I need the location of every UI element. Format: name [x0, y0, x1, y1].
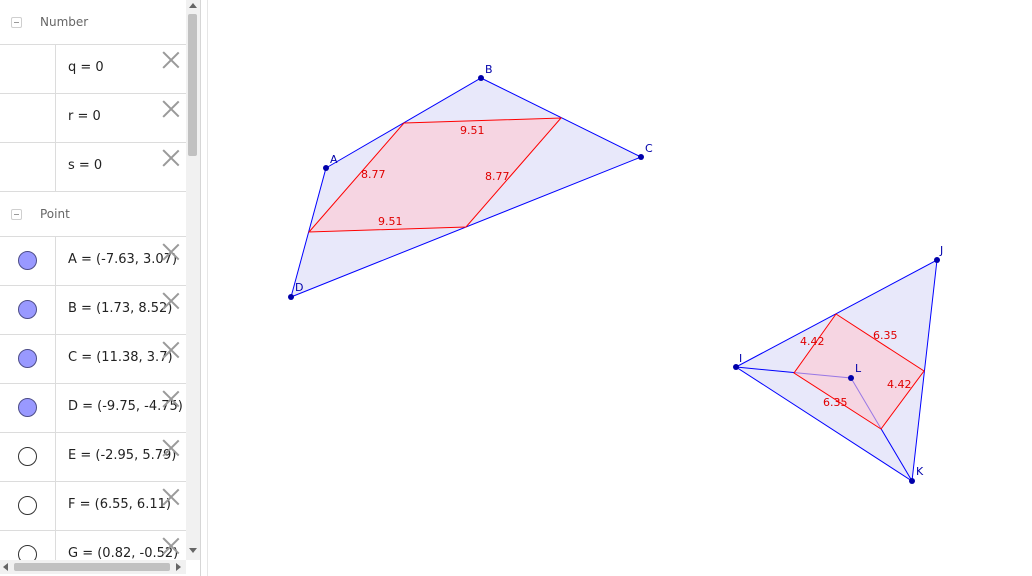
delete-icon[interactable]: [162, 243, 180, 261]
point-b[interactable]: [478, 75, 484, 81]
algebra-expression[interactable]: s = 0: [68, 158, 102, 173]
visibility-marble-icon[interactable]: [18, 398, 37, 417]
segment-length-label: 9.51: [378, 215, 403, 228]
graphics-canvas[interactable]: A B C D I J K L 9.51 8.77 8.77 9.51 4.42…: [208, 0, 1032, 576]
delete-icon[interactable]: [162, 439, 180, 457]
algebra-expression[interactable]: B = (1.73, 8.52): [68, 301, 172, 316]
segment-length-label: 4.42: [887, 378, 912, 391]
marble-cell: [0, 531, 56, 560]
segment-length-label: 8.77: [361, 168, 386, 181]
marble-cell: [0, 286, 56, 334]
point-label-c: C: [645, 142, 653, 155]
scroll-down-icon[interactable]: [189, 548, 197, 553]
view-divider[interactable]: [200, 0, 208, 576]
collapse-toggle-icon[interactable]: [11, 17, 22, 28]
scroll-right-icon[interactable]: [176, 563, 181, 571]
algebra-row[interactable]: D = (-9.75, -4.75): [0, 384, 186, 433]
algebra-view: Number q = 0 r = 0 s = 0 Point A = (-7.6…: [0, 0, 186, 560]
algebra-expression[interactable]: C = (11.38, 3.7): [68, 350, 173, 365]
algebra-expression[interactable]: A = (-7.63, 3.07): [68, 252, 177, 267]
group-title: Number: [40, 15, 89, 29]
marble-cell: [0, 143, 56, 191]
algebra-expression[interactable]: r = 0: [68, 109, 101, 124]
point-l[interactable]: [848, 375, 854, 381]
visibility-marble-icon[interactable]: [18, 300, 37, 319]
algebra-row[interactable]: F = (6.55, 6.11): [0, 482, 186, 531]
visibility-marble-icon[interactable]: [18, 496, 37, 515]
scroll-left-icon[interactable]: [3, 563, 8, 571]
visibility-marble-icon[interactable]: [18, 251, 37, 270]
algebra-row[interactable]: B = (1.73, 8.52): [0, 286, 186, 335]
scroll-thumb[interactable]: [14, 563, 170, 571]
algebra-row[interactable]: E = (-2.95, 5.79): [0, 433, 186, 482]
algebra-expression[interactable]: q = 0: [68, 60, 104, 75]
algebra-row[interactable]: A = (-7.63, 3.07): [0, 237, 186, 286]
point-label-k: K: [916, 465, 924, 478]
scroll-up-icon[interactable]: [189, 3, 197, 8]
marble-cell: [0, 482, 56, 530]
point-k[interactable]: [909, 478, 915, 484]
group-title: Point: [40, 207, 70, 221]
horizontal-scrollbar[interactable]: [0, 560, 186, 574]
point-label-j: J: [939, 244, 943, 257]
scroll-thumb[interactable]: [188, 14, 197, 156]
point-a[interactable]: [323, 165, 329, 171]
segment-length-label: 6.35: [873, 329, 898, 342]
segment-length-label: 4.42: [800, 335, 825, 348]
algebra-expression[interactable]: E = (-2.95, 5.79): [68, 448, 176, 463]
algebra-expression[interactable]: F = (6.55, 6.11): [68, 497, 171, 512]
delete-icon[interactable]: [162, 537, 180, 555]
delete-icon[interactable]: [162, 341, 180, 359]
algebra-row[interactable]: s = 0: [0, 143, 186, 192]
visibility-marble-icon[interactable]: [18, 545, 37, 560]
visibility-marble-icon[interactable]: [18, 349, 37, 368]
delete-icon[interactable]: [162, 100, 180, 118]
point-j[interactable]: [934, 257, 940, 263]
delete-icon[interactable]: [162, 292, 180, 310]
segment-length-label: 8.77: [485, 170, 510, 183]
marble-cell: [0, 94, 56, 142]
marble-cell: [0, 433, 56, 481]
visibility-marble-icon[interactable]: [18, 447, 37, 466]
marble-cell: [0, 237, 56, 285]
graphics-view[interactable]: A B C D I J K L 9.51 8.77 8.77 9.51 4.42…: [208, 0, 1032, 576]
group-header-number[interactable]: Number: [0, 0, 186, 45]
algebra-row[interactable]: C = (11.38, 3.7): [0, 335, 186, 384]
delete-icon[interactable]: [162, 390, 180, 408]
segment-length-label: 9.51: [460, 124, 485, 137]
point-label-b: B: [485, 63, 493, 76]
segment-length-label: 6.35: [823, 396, 848, 409]
point-label-i: I: [739, 352, 742, 365]
point-c[interactable]: [638, 154, 644, 160]
algebra-row[interactable]: q = 0: [0, 45, 186, 94]
group-header-point[interactable]: Point: [0, 192, 186, 237]
point-label-d: D: [295, 281, 303, 294]
delete-icon[interactable]: [162, 149, 180, 167]
marble-cell: [0, 384, 56, 432]
algebra-row[interactable]: r = 0: [0, 94, 186, 143]
delete-icon[interactable]: [162, 51, 180, 69]
marble-cell: [0, 335, 56, 383]
algebra-row[interactable]: G = (0.82, -0.52): [0, 531, 186, 560]
point-label-a: A: [330, 153, 338, 166]
point-label-l: L: [855, 362, 862, 375]
point-d[interactable]: [288, 294, 294, 300]
collapse-toggle-icon[interactable]: [11, 209, 22, 220]
marble-cell: [0, 45, 56, 93]
delete-icon[interactable]: [162, 488, 180, 506]
vertical-scrollbar[interactable]: [186, 0, 200, 560]
